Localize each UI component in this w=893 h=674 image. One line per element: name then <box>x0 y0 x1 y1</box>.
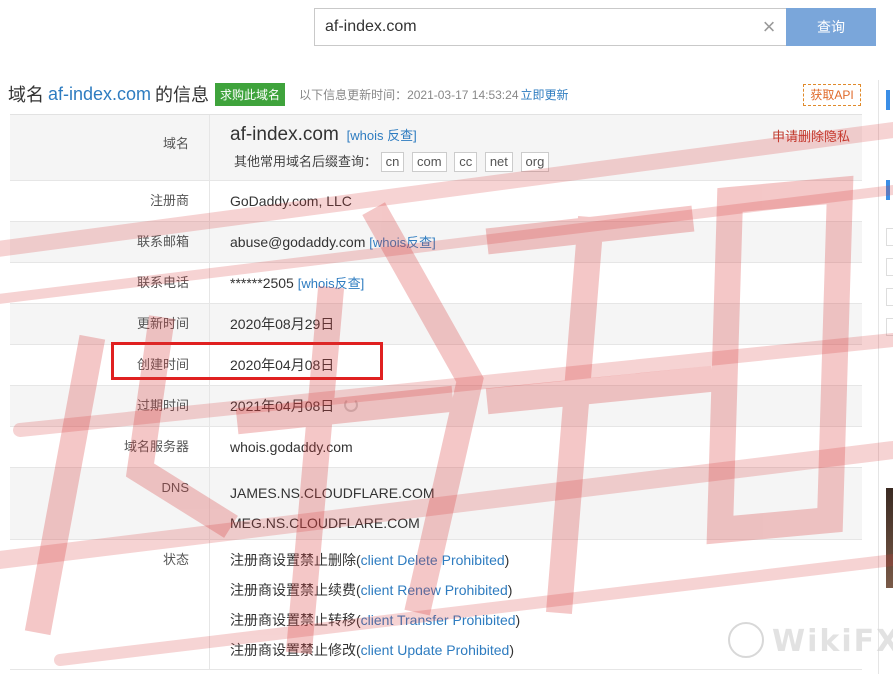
status-item: 注册商设置禁止删除(client Delete Prohibited) <box>230 552 510 568</box>
update-now-link[interactable]: 立即更新 <box>521 86 569 103</box>
row-registrar: 注册商 GoDaddy.com, LLC <box>10 181 862 222</box>
expires-value: 2021年04月08日 <box>230 398 335 414</box>
dns-server: MEG.NS.CLOUDFLARE.COM <box>230 515 420 531</box>
close-icon[interactable]: × <box>756 14 782 40</box>
info-header: 域名 af-index.com 的信息 求购此域名 以下信息更新时间：2021-… <box>8 80 569 108</box>
row-updated: 更新时间 2020年08月29日 <box>10 304 862 345</box>
header-domain: af-index.com <box>48 83 152 104</box>
email-value: abuse@godaddy.com <box>230 234 366 250</box>
update-time-note: 以下信息更新时间：2021-03-17 14:53:24 <box>299 87 519 102</box>
row-expires: 过期时间 2021年04月08日 <box>10 386 862 427</box>
updated-value: 2020年08月29日 <box>230 316 335 332</box>
row-email: 联系邮箱 abuse@godaddy.com [whois反查] <box>10 222 862 263</box>
status-code-link[interactable]: client Update Prohibited <box>361 642 510 658</box>
domain-value: af-index.com <box>230 124 339 145</box>
email-whois-link[interactable]: [whois反查] <box>369 235 435 250</box>
row-label: 联系电话 <box>10 263 210 303</box>
search-input[interactable] <box>314 8 786 46</box>
header-prefix: 域名 <box>8 85 44 105</box>
row-whois-server: 域名服务器 whois.godaddy.com <box>10 427 862 468</box>
phone-value: ******2505 <box>230 275 294 291</box>
suffix-com[interactable]: com <box>412 152 447 172</box>
row-label: 过期时间 <box>10 386 210 426</box>
whois-info-table: 域名 af-index.com [whois 反查] 其他常用域名后缀查询： c… <box>10 114 862 670</box>
row-label: 域名服务器 <box>10 427 210 467</box>
row-label: 注册商 <box>10 181 210 221</box>
header-suffix: 的信息 <box>155 85 210 105</box>
sidebar-item[interactable] <box>886 258 893 276</box>
row-phone: 联系电话 ******2505 [whois反查] <box>10 263 862 304</box>
status-item: 注册商设置禁止转移(client Transfer Prohibited) <box>230 612 521 628</box>
row-dns: DNS JAMES.NS.CLOUDFLARE.COM MEG.NS.CLOUD… <box>10 468 862 540</box>
wikifx-logo-icon <box>728 622 764 658</box>
status-code-link[interactable]: client Renew Prohibited <box>361 582 508 598</box>
status-item: 注册商设置禁止续费(client Renew Prohibited) <box>230 582 513 598</box>
buy-domain-button[interactable]: 求购此域名 <box>215 82 286 106</box>
phone-whois-link[interactable]: [whois反查] <box>298 276 364 291</box>
status-code-link[interactable]: client Delete Prohibited <box>361 552 505 568</box>
status-code-link[interactable]: client Transfer Prohibited <box>361 612 516 628</box>
registrar-value: GoDaddy.com, LLC <box>230 193 352 209</box>
sidebar-accent <box>886 180 890 200</box>
loading-spinner-icon <box>344 398 359 412</box>
search-bar: × 查询 <box>314 8 876 46</box>
suffix-cc[interactable]: cc <box>454 152 478 172</box>
suffix-net[interactable]: net <box>484 152 513 172</box>
row-label: 更新时间 <box>10 304 210 344</box>
sidebar-accent <box>886 90 890 110</box>
row-label: DNS <box>10 468 210 539</box>
get-api-button[interactable]: 获取API <box>803 84 861 106</box>
row-label: 联系邮箱 <box>10 222 210 262</box>
suffix-org[interactable]: org <box>520 152 550 172</box>
whois-server-value: whois.godaddy.com <box>230 439 353 455</box>
sidebar-thumbnail[interactable] <box>886 488 893 588</box>
search-button[interactable]: 查询 <box>786 8 876 46</box>
whois-reverse-link[interactable]: [whois 反查] <box>347 128 417 143</box>
dns-server: JAMES.NS.CLOUDFLARE.COM <box>230 485 435 501</box>
row-label: 状态 <box>10 540 210 669</box>
row-domain: 域名 af-index.com [whois 反查] 其他常用域名后缀查询： c… <box>10 115 862 181</box>
sidebar-item[interactable] <box>886 288 893 306</box>
suffix-cn[interactable]: cn <box>380 152 405 172</box>
sidebar-item[interactable] <box>886 228 893 246</box>
delete-privacy-link[interactable]: 申请删除隐私 <box>772 126 850 145</box>
other-suffix-label: 其他常用域名后缀查询： <box>234 154 378 169</box>
status-item: 注册商设置禁止修改(client Update Prohibited) <box>230 642 514 658</box>
highlight-box <box>111 342 383 380</box>
row-label: 域名 <box>10 115 210 180</box>
sidebar-item[interactable] <box>886 318 893 336</box>
